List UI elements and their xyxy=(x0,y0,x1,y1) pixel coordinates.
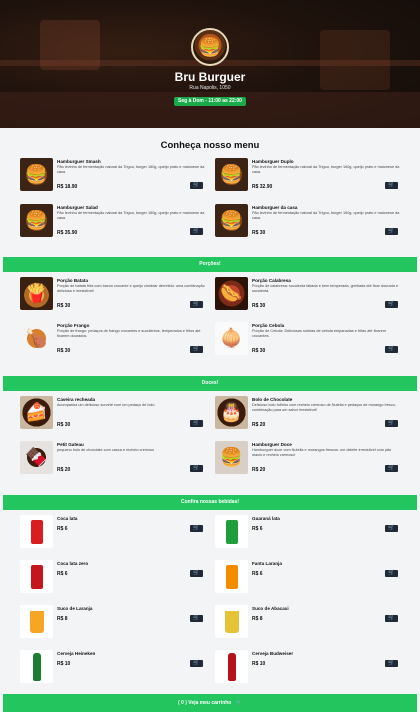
petit-gateau-image: 🍫 xyxy=(20,441,53,474)
menu-item: 🍔 Hamburguer da casa Pão levinho de ferm… xyxy=(215,204,405,244)
hours-badge: Seg à Dom - 11:00 as 22:00 xyxy=(174,97,246,106)
menu-item: Suco de Laranja R$ 8 🛒 xyxy=(20,605,210,645)
menu-item: 🌭 Porção Calabresa Porção de calabresa: … xyxy=(215,277,405,317)
menu-item: 🍟 Porção Batata Porção de batata frita c… xyxy=(20,277,210,317)
page: 🍔 Bru Burguer Rua Napolis, 1050 Seg à Do… xyxy=(0,0,420,712)
heineken-bottle-image xyxy=(20,650,53,683)
brand-logo: 🍔 xyxy=(191,28,229,66)
menu-item: Cerveja Budweiser R$ 10 🛒 xyxy=(215,650,405,690)
add-to-cart-button[interactable]: 🛒 xyxy=(385,525,398,532)
sweet-burger-image: 🍔 xyxy=(215,441,248,474)
menu-item: 🍔 Hamburguer Salad Pão levinho de fermen… xyxy=(20,204,210,244)
menu-item: Suco de Abacaxi R$ 8 🛒 xyxy=(215,605,405,645)
menu-item: 🎂 Bolo de Chocolate Delicioso bolo fofin… xyxy=(215,396,405,436)
menu-item: Coca lata R$ 6 🛒 xyxy=(20,515,210,555)
add-to-cart-button[interactable]: 🛒 xyxy=(190,420,203,427)
cart-icon: 🛒 xyxy=(235,700,242,706)
add-to-cart-button[interactable]: 🛒 xyxy=(385,660,398,667)
add-to-cart-button[interactable]: 🛒 xyxy=(190,525,203,532)
menu-item: 🍗 Porção Frango Porção de frango: pedaço… xyxy=(20,322,210,362)
chicken-image: 🍗 xyxy=(20,322,53,355)
add-to-cart-button[interactable]: 🛒 xyxy=(385,182,398,189)
onion-rings-image: 🧅 xyxy=(215,322,248,355)
add-to-cart-button[interactable]: 🛒 xyxy=(190,346,203,353)
coca-zero-can-image xyxy=(20,560,53,593)
pineapple-juice-image xyxy=(215,605,248,638)
menu-item: Fanta Laranja R$ 6 🛒 xyxy=(215,560,405,600)
add-to-cart-button[interactable]: 🛒 xyxy=(385,228,398,235)
menu-item: 🍔 Hamburguer Duplo Pão levinho de fermen… xyxy=(215,158,405,198)
brand-name: Bru Burguer xyxy=(174,70,246,84)
add-to-cart-button[interactable]: 🛒 xyxy=(385,301,398,308)
cart-footer-button[interactable]: ( 0 ) Veja meu carrinho 🛒 xyxy=(3,694,417,712)
menu-item: 🍔 Hamburguer Doce Hamburguer doce com Nu… xyxy=(215,441,405,481)
sausage-image: 🌭 xyxy=(215,277,248,310)
section-header-drinks: Confira nossas bebidas! xyxy=(3,495,417,510)
add-to-cart-button[interactable]: 🛒 xyxy=(190,465,203,472)
menu-title: Conheça nosso menu xyxy=(160,140,260,151)
add-to-cart-button[interactable]: 🛒 xyxy=(190,182,203,189)
menu-item: 🍔 Hamburguer Smash Pão levinho de fermen… xyxy=(20,158,210,198)
guarana-can-image xyxy=(215,515,248,548)
burger-image: 🍔 xyxy=(20,158,53,191)
fries-image: 🍟 xyxy=(20,277,53,310)
cart-label: ( 0 ) Veja meu carrinho xyxy=(178,700,232,706)
section-header-portions: Porções! xyxy=(3,257,417,272)
section-header-desserts: Doces! xyxy=(3,376,417,391)
burger-image: 🍔 xyxy=(215,204,248,237)
cake-image: 🍰 xyxy=(20,396,53,429)
coca-cola-can-image xyxy=(20,515,53,548)
chocolate-cake-image: 🎂 xyxy=(215,396,248,429)
add-to-cart-button[interactable]: 🛒 xyxy=(190,570,203,577)
add-to-cart-button[interactable]: 🛒 xyxy=(385,420,398,427)
menu-item: Coca lata zero R$ 6 🛒 xyxy=(20,560,210,600)
add-to-cart-button[interactable]: 🛒 xyxy=(190,660,203,667)
add-to-cart-button[interactable]: 🛒 xyxy=(190,615,203,622)
add-to-cart-button[interactable]: 🛒 xyxy=(385,465,398,472)
header-banner: 🍔 Bru Burguer Rua Napolis, 1050 Seg à Do… xyxy=(0,0,420,128)
menu-item: Cerveja Heineken R$ 10 🛒 xyxy=(20,650,210,690)
add-to-cart-button[interactable]: 🛒 xyxy=(190,228,203,235)
menu-item: 🧅 Porção Cebola Porção de Cebola: Delici… xyxy=(215,322,405,362)
add-to-cart-button[interactable]: 🛒 xyxy=(385,346,398,353)
menu-item: Guaraná lata R$ 6 🛒 xyxy=(215,515,405,555)
burger-image: 🍔 xyxy=(215,158,248,191)
address: Rua Napolis, 1050 xyxy=(189,85,231,91)
add-to-cart-button[interactable]: 🛒 xyxy=(385,570,398,577)
add-to-cart-button[interactable]: 🛒 xyxy=(385,615,398,622)
menu-item: 🍰 Caveira recheada Acompanha um delicios… xyxy=(20,396,210,436)
burger-image: 🍔 xyxy=(20,204,53,237)
fanta-can-image xyxy=(215,560,248,593)
orange-juice-image xyxy=(20,605,53,638)
budweiser-bottle-image xyxy=(215,650,248,683)
menu-content: Conheça nosso menu 🍔 Hamburguer Smash Pã… xyxy=(3,128,417,712)
menu-item: 🍫 Petit Gateau pequeno bolo de chocolate… xyxy=(20,441,210,481)
add-to-cart-button[interactable]: 🛒 xyxy=(190,301,203,308)
